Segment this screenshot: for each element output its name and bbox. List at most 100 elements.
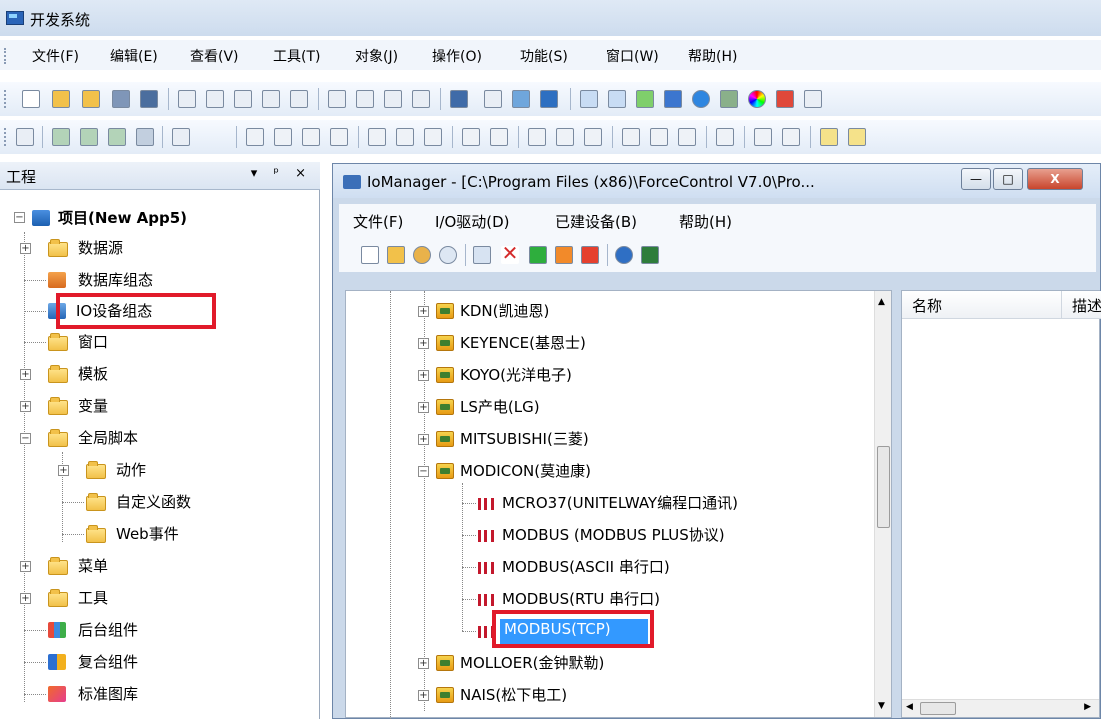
- menu-io-driver[interactable]: I/O驱动(D): [435, 211, 510, 232]
- toolbar-grip[interactable]: [4, 128, 8, 146]
- tree-node-standard-gallery[interactable]: 标准图库: [24, 682, 248, 708]
- collapse-icon[interactable]: −: [14, 212, 25, 223]
- copy-device-icon[interactable]: [555, 246, 573, 264]
- back-icon[interactable]: [136, 128, 154, 146]
- redo-icon[interactable]: [290, 90, 308, 108]
- send-back-icon[interactable]: [848, 128, 866, 146]
- expand-icon[interactable]: +: [418, 370, 429, 381]
- exit-icon[interactable]: [641, 246, 659, 264]
- tree-node-tools[interactable]: + 工具: [20, 586, 248, 612]
- close-button[interactable]: X: [1027, 168, 1083, 190]
- open-folder-icon[interactable]: [52, 90, 70, 108]
- menu-file[interactable]: 文件(F): [353, 211, 403, 232]
- center-v-icon[interactable]: [396, 128, 414, 146]
- menu-built-devices[interactable]: 已建设备(B): [555, 211, 637, 232]
- space-v-icon[interactable]: [490, 128, 508, 146]
- plugin-icon[interactable]: [636, 90, 654, 108]
- image-icon[interactable]: [512, 90, 530, 108]
- globe-icon[interactable]: [692, 90, 710, 108]
- device-node[interactable]: + NAIS(松下电工): [416, 683, 856, 709]
- folder-icon[interactable]: [82, 90, 100, 108]
- find-icon[interactable]: [484, 90, 502, 108]
- tree-node-custom-function[interactable]: 自定义函数: [62, 490, 286, 516]
- tree-node-action[interactable]: + 动作: [58, 458, 286, 484]
- center-h-icon[interactable]: [368, 128, 386, 146]
- tree-node-web-event[interactable]: Web事件: [62, 522, 286, 548]
- menu-edit[interactable]: 编辑(E): [110, 46, 158, 66]
- link-icon[interactable]: [804, 90, 822, 108]
- device-node[interactable]: + LS产电(LG): [416, 395, 856, 421]
- edit-icon[interactable]: [473, 246, 491, 264]
- remove-device-icon[interactable]: [581, 246, 599, 264]
- color-palette-icon[interactable]: [748, 90, 766, 108]
- new-file-icon[interactable]: [22, 90, 40, 108]
- tree-node-background-component[interactable]: 后台组件: [24, 618, 248, 644]
- front-icon[interactable]: [108, 128, 126, 146]
- driver-node[interactable]: MCRO37(UNITELWAY编程口通讯): [462, 491, 882, 517]
- scroll-thumb[interactable]: [920, 702, 956, 715]
- tree-node-menu[interactable]: + 菜单: [20, 554, 248, 580]
- tree-node-composite-component[interactable]: 复合组件: [24, 650, 248, 676]
- maximize-button[interactable]: □: [993, 168, 1023, 190]
- scroll-left-icon[interactable]: ◀: [906, 702, 913, 712]
- menu-tools[interactable]: 工具(T): [273, 46, 320, 66]
- collapse-icon[interactable]: −: [20, 433, 31, 444]
- save-icon[interactable]: [112, 90, 130, 108]
- lock-icon[interactable]: [716, 128, 734, 146]
- tools-icon[interactable]: [664, 90, 682, 108]
- expand-icon[interactable]: +: [418, 306, 429, 317]
- same-size-icon[interactable]: [584, 128, 602, 146]
- undo-icon[interactable]: [262, 90, 280, 108]
- align-bottom-icon[interactable]: [330, 128, 348, 146]
- tree-node-variable[interactable]: + 变量: [20, 394, 248, 420]
- layer-up-icon[interactable]: [754, 128, 772, 146]
- pane-controls[interactable]: ▾ ᵖ ×: [251, 166, 312, 181]
- tree-node-project[interactable]: − 项目(New App5): [14, 206, 304, 232]
- driver-node[interactable]: MODBUS (MODBUS PLUS协议): [462, 523, 882, 549]
- delete-icon[interactable]: ✕: [501, 243, 519, 264]
- column-header-name[interactable]: 名称: [902, 291, 1062, 319]
- menu-view[interactable]: 查看(V): [190, 46, 239, 66]
- import-icon[interactable]: [16, 128, 34, 146]
- flip-icon[interactable]: [622, 128, 640, 146]
- expand-icon[interactable]: +: [418, 402, 429, 413]
- menu-window[interactable]: 窗口(W): [606, 46, 659, 66]
- expand-icon[interactable]: +: [20, 243, 31, 254]
- bring-front-icon[interactable]: [820, 128, 838, 146]
- connect-icon[interactable]: [413, 246, 431, 264]
- expand-icon[interactable]: +: [418, 338, 429, 349]
- save-all-icon[interactable]: [140, 90, 158, 108]
- menu-function[interactable]: 功能(S): [520, 46, 568, 66]
- device-node[interactable]: + MOLLOER(金钟默勒): [416, 651, 856, 677]
- rotate-right-icon[interactable]: [678, 128, 696, 146]
- object-icon[interactable]: [776, 90, 794, 108]
- run-icon[interactable]: [450, 90, 468, 108]
- expand-icon[interactable]: +: [418, 690, 429, 701]
- scroll-down-icon[interactable]: ▼: [878, 701, 885, 711]
- report-icon[interactable]: [384, 90, 402, 108]
- scroll-thumb[interactable]: [877, 446, 890, 528]
- grid-icon[interactable]: [412, 90, 430, 108]
- copy-icon[interactable]: [206, 90, 224, 108]
- menubar-grip[interactable]: [4, 48, 8, 64]
- same-width-icon[interactable]: [528, 128, 546, 146]
- properties-icon[interactable]: [172, 128, 190, 146]
- search-icon[interactable]: [439, 246, 457, 264]
- scroll-right-icon[interactable]: ▶: [1084, 702, 1091, 712]
- expand-icon[interactable]: +: [418, 658, 429, 669]
- tree-node-data-source[interactable]: + 数据源: [20, 236, 248, 262]
- layer-down-icon[interactable]: [782, 128, 800, 146]
- expand-icon[interactable]: +: [20, 369, 31, 380]
- expand-icon[interactable]: +: [20, 401, 31, 412]
- device-node[interactable]: + KEYENCE(基恩士): [416, 331, 856, 357]
- tree-node-database-config[interactable]: 数据库组态: [24, 268, 248, 294]
- expand-icon[interactable]: +: [58, 465, 69, 476]
- paste-icon[interactable]: [234, 90, 252, 108]
- chart-icon[interactable]: [356, 90, 374, 108]
- column-header-description[interactable]: 描述: [1062, 291, 1101, 319]
- menu-help[interactable]: 帮助(H): [688, 46, 737, 66]
- align-right-icon[interactable]: [274, 128, 292, 146]
- open-icon[interactable]: [387, 246, 405, 264]
- start-icon[interactable]: [529, 246, 547, 264]
- component-icon[interactable]: [720, 90, 738, 108]
